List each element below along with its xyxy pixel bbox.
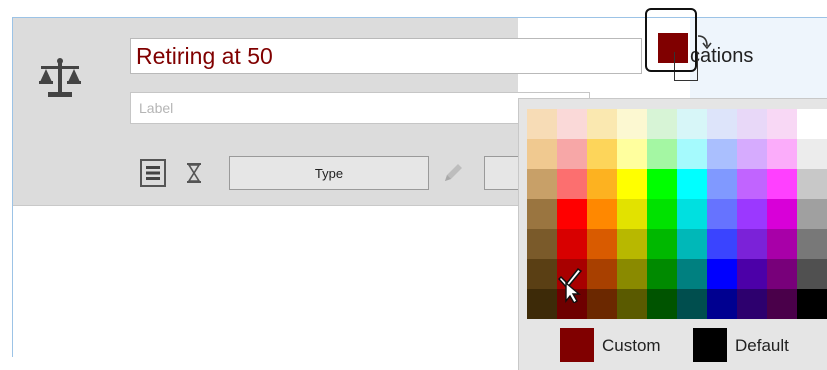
default-color-label[interactable]: Default	[735, 336, 789, 356]
hourglass-icon[interactable]	[186, 162, 202, 184]
color-swatch-r5-c8[interactable]	[737, 229, 767, 259]
color-swatch-r5-c1[interactable]	[527, 229, 557, 259]
color-picker-button[interactable]	[645, 8, 697, 72]
color-swatch-r6-c2[interactable]	[557, 259, 587, 289]
canvas-area	[13, 205, 518, 360]
color-swatch-r3-c5[interactable]	[647, 169, 677, 199]
color-swatch-r7-c4[interactable]	[617, 289, 647, 319]
color-swatch-r4-c9[interactable]	[767, 199, 797, 229]
color-swatch-r7-c10[interactable]	[797, 289, 827, 319]
color-swatch-r2-c1[interactable]	[527, 139, 557, 169]
color-swatch-r5-c7[interactable]	[707, 229, 737, 259]
color-swatch-r6-c8[interactable]	[737, 259, 767, 289]
color-swatch-r5-c9[interactable]	[767, 229, 797, 259]
color-swatch-r3-c2[interactable]	[557, 169, 587, 199]
color-swatch-r6-c7[interactable]	[707, 259, 737, 289]
scale-icon	[39, 58, 81, 97]
color-swatch-r2-c8[interactable]	[737, 139, 767, 169]
color-swatch-r6-c9[interactable]	[767, 259, 797, 289]
color-swatch-r7-c6[interactable]	[677, 289, 707, 319]
color-swatch-r3-c10[interactable]	[797, 169, 827, 199]
color-swatch-r2-c6[interactable]	[677, 139, 707, 169]
color-swatch-r3-c4[interactable]	[617, 169, 647, 199]
color-swatch-r3-c8[interactable]	[737, 169, 767, 199]
pencil-icon[interactable]	[440, 160, 466, 186]
color-swatch-r7-c8[interactable]	[737, 289, 767, 319]
color-swatch-r7-c9[interactable]	[767, 289, 797, 319]
color-swatch-r1-c5[interactable]	[647, 109, 677, 139]
color-swatch-r6-c10[interactable]	[797, 259, 827, 289]
color-swatch-r2-c5[interactable]	[647, 139, 677, 169]
color-swatch-r1-c10[interactable]	[797, 109, 827, 139]
color-swatch-r2-c4[interactable]	[617, 139, 647, 169]
color-swatch-r4-c10[interactable]	[797, 199, 827, 229]
color-palette-grid	[527, 109, 827, 319]
color-swatch-r5-c6[interactable]	[677, 229, 707, 259]
custom-color-label[interactable]: Custom	[602, 336, 661, 356]
color-swatch-r4-c4[interactable]	[617, 199, 647, 229]
color-swatch-r1-c1[interactable]	[527, 109, 557, 139]
color-swatch-r2-c7[interactable]	[707, 139, 737, 169]
color-swatch-r3-c7[interactable]	[707, 169, 737, 199]
color-swatch-r5-c4[interactable]	[617, 229, 647, 259]
color-swatch-r4-c7[interactable]	[707, 199, 737, 229]
color-swatch-r7-c7[interactable]	[707, 289, 737, 319]
node-title-input[interactable]	[130, 38, 642, 74]
color-swatch-r1-c4[interactable]	[617, 109, 647, 139]
color-swatch-r2-c2[interactable]	[557, 139, 587, 169]
color-swatch-r2-c9[interactable]	[767, 139, 797, 169]
color-swatch-r3-c9[interactable]	[767, 169, 797, 199]
color-swatch-r1-c3[interactable]	[587, 109, 617, 139]
color-swatch-r2-c3[interactable]	[587, 139, 617, 169]
color-swatch-r4-c5[interactable]	[647, 199, 677, 229]
color-swatch-r1-c7[interactable]	[707, 109, 737, 139]
color-swatch-r5-c10[interactable]	[797, 229, 827, 259]
color-swatch-r6-c4[interactable]	[617, 259, 647, 289]
color-swatch-r3-c3[interactable]	[587, 169, 617, 199]
color-swatch-r2-c10[interactable]	[797, 139, 827, 169]
color-swatch-r5-c5[interactable]	[647, 229, 677, 259]
color-swatch-r1-c9[interactable]	[767, 109, 797, 139]
list-icon[interactable]	[140, 159, 166, 187]
color-swatch-r7-c3[interactable]	[587, 289, 617, 319]
color-swatch-r6-c3[interactable]	[587, 259, 617, 289]
color-swatch-r3-c1[interactable]	[527, 169, 557, 199]
color-swatch-r6-c1[interactable]	[527, 259, 557, 289]
color-swatch-r7-c2[interactable]	[557, 289, 587, 319]
type-button[interactable]: Type	[229, 156, 429, 190]
color-swatch-r6-c6[interactable]	[677, 259, 707, 289]
color-swatch-r7-c1[interactable]	[527, 289, 557, 319]
swap-arrow-icon	[697, 35, 712, 50]
color-swatch-r5-c2[interactable]	[557, 229, 587, 259]
color-swatch-r6-c5[interactable]	[647, 259, 677, 289]
color-swatch-r4-c1[interactable]	[527, 199, 557, 229]
color-swatch-r4-c8[interactable]	[737, 199, 767, 229]
color-swatch-r4-c2[interactable]	[557, 199, 587, 229]
color-swatch-r1-c2[interactable]	[557, 109, 587, 139]
color-swatch-r7-c5[interactable]	[647, 289, 677, 319]
color-swatch-r4-c3[interactable]	[587, 199, 617, 229]
color-swatch-r1-c6[interactable]	[677, 109, 707, 139]
default-color-swatch[interactable]	[693, 328, 727, 362]
color-swatch-r4-c6[interactable]	[677, 199, 707, 229]
color-swatch-r1-c8[interactable]	[737, 109, 767, 139]
custom-color-swatch[interactable]	[560, 328, 594, 362]
color-swatch-r3-c6[interactable]	[677, 169, 707, 199]
color-swatch-r5-c3[interactable]	[587, 229, 617, 259]
